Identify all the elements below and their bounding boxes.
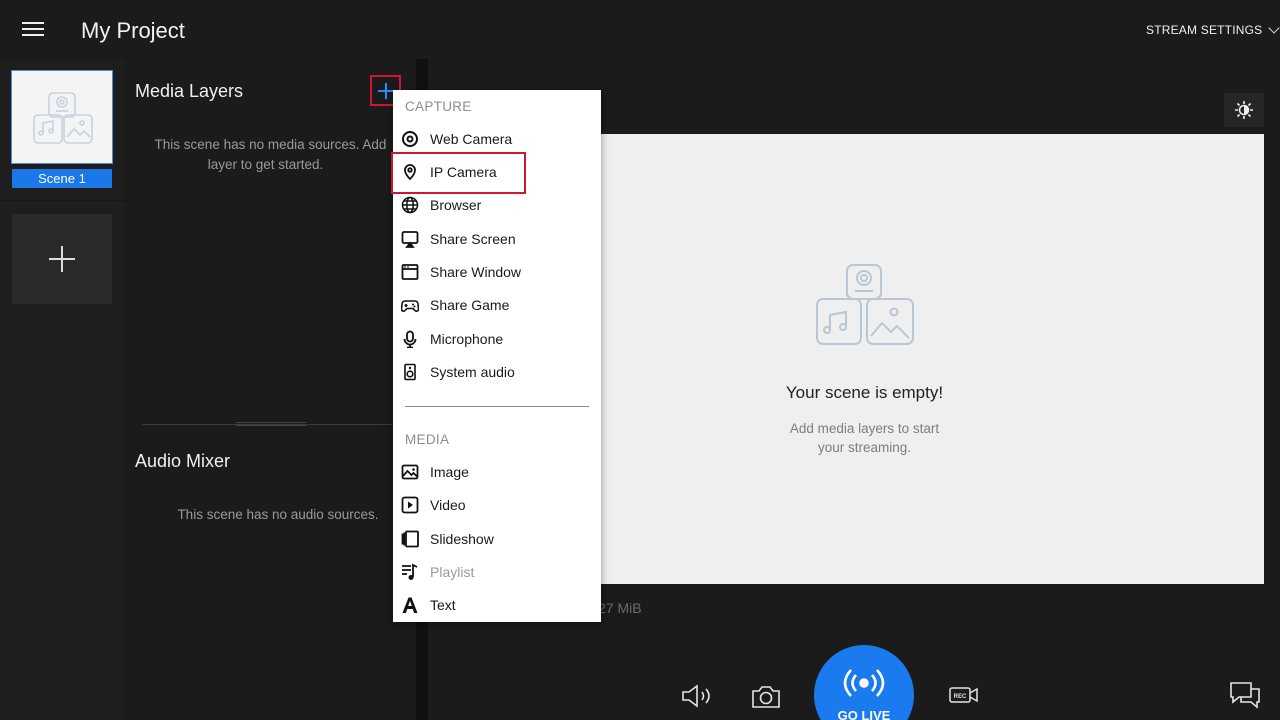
menu-item-label: Text <box>430 597 456 613</box>
audio-mixer-title: Audio Mixer <box>135 451 231 471</box>
add-source-menu: CAPTURE Web Camera IP Camera Browser Sha… <box>393 90 601 622</box>
camera-icon <box>752 686 780 708</box>
scene-preview <box>600 134 1264 584</box>
menu-separator <box>405 406 589 407</box>
brightness-toggle-button[interactable] <box>1224 93 1264 127</box>
media-header: MEDIA <box>405 432 450 447</box>
menu-item-browser[interactable]: Browser <box>393 190 601 221</box>
memory-usage: 27 MiB <box>598 600 642 616</box>
speaker-icon <box>404 363 416 381</box>
top-bar: My Project STREAM SETTINGS <box>0 0 1280 59</box>
menu-item-label: Share Window <box>430 264 522 280</box>
menu-item-label: Image <box>430 464 469 480</box>
image-icon <box>401 464 419 480</box>
menu-item-microphone[interactable]: Microphone <box>393 324 601 355</box>
media-layers-empty-message: This scene has no media sources. Add lay… <box>128 135 413 175</box>
sun-icon <box>1235 101 1253 119</box>
menu-item-system-audio[interactable]: System audio <box>393 357 601 388</box>
go-live-label[interactable]: GO LIVE <box>814 708 914 720</box>
slideshow-icon <box>401 530 419 548</box>
playlist-icon <box>402 563 418 580</box>
menu-item-label: System audio <box>430 364 515 380</box>
menu-item-image[interactable]: Image <box>393 457 601 488</box>
empty-scene-subtitle: Add media layers to start your streaming… <box>600 419 1129 457</box>
plus-icon-stroke <box>61 246 63 272</box>
menu-item-web-camera[interactable]: Web Camera <box>393 124 601 155</box>
scenes-panel: Scene 1 <box>0 59 125 720</box>
scene-label[interactable]: Scene 1 <box>12 169 112 188</box>
menu-item-ip-camera[interactable]: IP Camera <box>393 157 601 188</box>
menu-item-label: Share Game <box>430 297 510 313</box>
chat-button[interactable] <box>1228 680 1262 715</box>
chat-icon <box>1230 682 1260 709</box>
capture-header: CAPTURE <box>405 99 472 114</box>
project-title: My Project <box>81 18 185 43</box>
menu-item-share-window[interactable]: Share Window <box>393 257 601 288</box>
splitter-handle[interactable] <box>236 422 306 426</box>
ip-camera-icon <box>404 164 416 181</box>
empty-scene-subtitle-line2: your streaming. <box>817 440 912 455</box>
plus-icon-stroke <box>385 83 387 99</box>
menu-item-share-screen[interactable]: Share Screen <box>393 224 601 255</box>
microphone-icon <box>403 330 417 348</box>
menu-item-share-game[interactable]: Share Game <box>393 290 601 321</box>
divider <box>0 200 125 201</box>
menu-item-label: Playlist <box>430 564 475 580</box>
menu-item-label: Share Screen <box>430 231 516 247</box>
gamepad-icon <box>401 300 419 312</box>
empty-scene-subtitle-line1: Add media layers to start <box>789 421 940 436</box>
media-placeholder-icon <box>816 264 914 345</box>
media-layers-empty-line2: layer to get started. <box>207 157 324 172</box>
webcam-icon <box>402 131 418 147</box>
video-icon <box>401 496 419 514</box>
media-layers-title: Media Layers <box>135 81 244 101</box>
menu-item-text[interactable]: Text <box>393 590 601 621</box>
menu-item-label: Browser <box>430 197 482 213</box>
stream-settings-button[interactable]: STREAM SETTINGS <box>1146 23 1262 37</box>
menu-item-label: Video <box>430 497 466 513</box>
media-placeholder-icon <box>33 92 93 144</box>
add-scene-button[interactable] <box>12 214 112 304</box>
menu-item-label: Slideshow <box>430 531 494 547</box>
menu-item-video[interactable]: Video <box>393 490 601 521</box>
menu-item-label: Web Camera <box>430 131 513 147</box>
text-icon <box>402 597 418 613</box>
chevron-down-icon[interactable] <box>1268 22 1280 34</box>
snapshot-button[interactable] <box>750 684 782 715</box>
screen-icon <box>401 231 419 248</box>
menu-item-slideshow[interactable]: Slideshow <box>393 524 601 555</box>
window-icon <box>401 264 419 280</box>
menu-item-label: Microphone <box>430 331 504 347</box>
volume-button[interactable] <box>680 684 716 713</box>
speaker-volume-icon <box>682 684 710 708</box>
globe-icon <box>401 196 419 214</box>
scene-thumbnail[interactable] <box>11 70 113 164</box>
media-layers-empty-line1: This scene has no media sources. Add <box>154 137 387 152</box>
menu-item-playlist[interactable]: Playlist <box>393 557 601 588</box>
empty-scene-title: Your scene is empty! <box>785 383 944 402</box>
record-camera-icon: REC <box>949 687 978 703</box>
hamburger-menu-icon[interactable] <box>22 22 44 38</box>
audio-mixer-empty-message: This scene has no audio sources. <box>177 507 379 522</box>
record-button[interactable]: REC <box>948 684 980 711</box>
svg-text:REC: REC <box>954 694 967 700</box>
menu-item-label: IP Camera <box>430 164 497 180</box>
